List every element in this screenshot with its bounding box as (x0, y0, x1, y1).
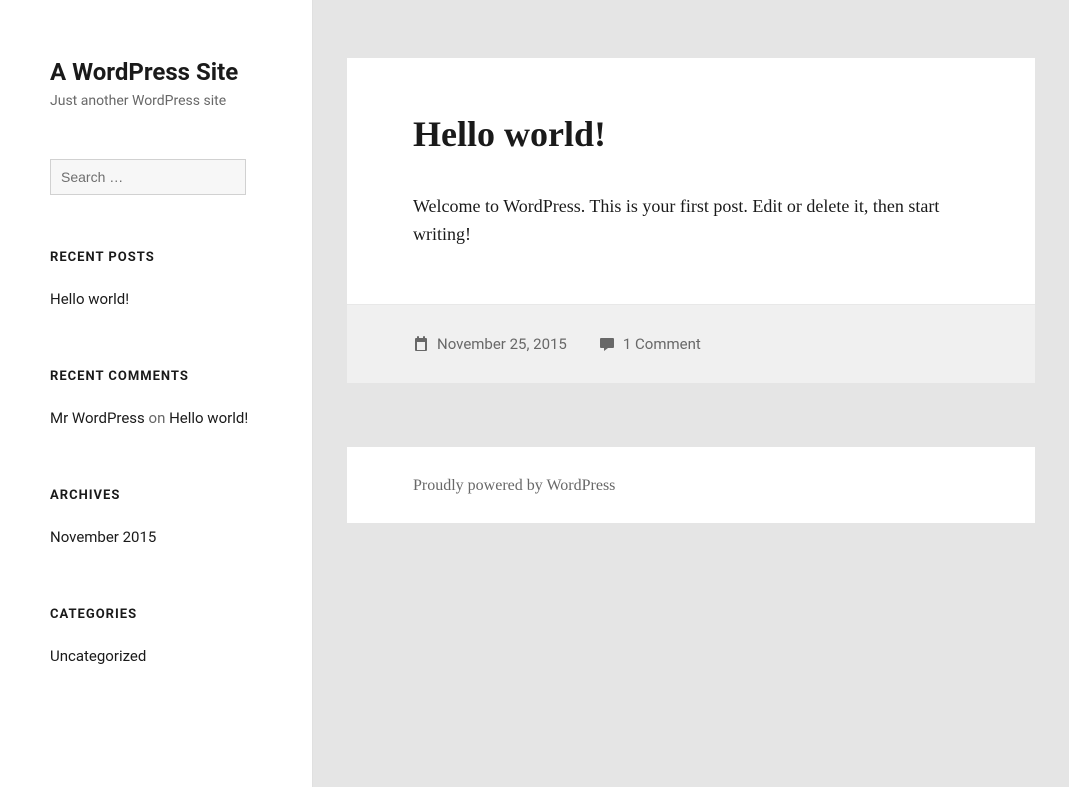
site-tagline: Just another WordPress site (50, 93, 262, 109)
recent-post-link[interactable]: Hello world! (50, 290, 129, 308)
widget-title-recent-comments: RECENT COMMENTS (50, 369, 262, 384)
widget-recent-posts: RECENT POSTS Hello world! (50, 250, 262, 311)
archive-link[interactable]: November 2015 (50, 528, 156, 546)
widget-recent-comments: RECENT COMMENTS Mr WordPress on Hello wo… (50, 369, 262, 430)
footer-link[interactable]: Proudly powered by WordPress (413, 477, 615, 494)
meta-date: November 25, 2015 (413, 335, 567, 353)
site-footer: Proudly powered by WordPress (347, 447, 1035, 523)
sidebar: A WordPress Site Just another WordPress … (0, 0, 313, 787)
post: Hello world! Welcome to WordPress. This … (347, 58, 1035, 383)
widget-title-archives: ARCHIVES (50, 488, 262, 503)
post-title[interactable]: Hello world! (413, 113, 969, 155)
post-content: Hello world! Welcome to WordPress. This … (347, 58, 1035, 304)
widget-title-categories: CATEGORIES (50, 607, 262, 622)
widget-categories: CATEGORIES Uncategorized (50, 607, 262, 668)
on-text: on (145, 409, 169, 427)
meta-comments: 1 Comment (599, 335, 701, 353)
widget-archives: ARCHIVES November 2015 (50, 488, 262, 549)
category-link[interactable]: Uncategorized (50, 647, 146, 665)
widget-title-recent-posts: RECENT POSTS (50, 250, 262, 265)
post-date-link[interactable]: November 25, 2015 (437, 335, 567, 353)
search-input[interactable] (50, 159, 246, 195)
comment-post-link[interactable]: Hello world! (169, 409, 248, 427)
recent-comment-item: Mr WordPress on Hello world! (50, 406, 262, 430)
post-comments-link[interactable]: 1 Comment (623, 335, 701, 353)
post-body: Welcome to WordPress. This is your first… (413, 193, 969, 249)
comment-icon (599, 336, 615, 352)
main-content: Hello world! Welcome to WordPress. This … (313, 0, 1069, 787)
post-meta: November 25, 2015 1 Comment (347, 304, 1035, 383)
comment-author-link[interactable]: Mr WordPress (50, 409, 145, 427)
site-title[interactable]: A WordPress Site (50, 58, 262, 87)
calendar-icon (413, 336, 429, 352)
